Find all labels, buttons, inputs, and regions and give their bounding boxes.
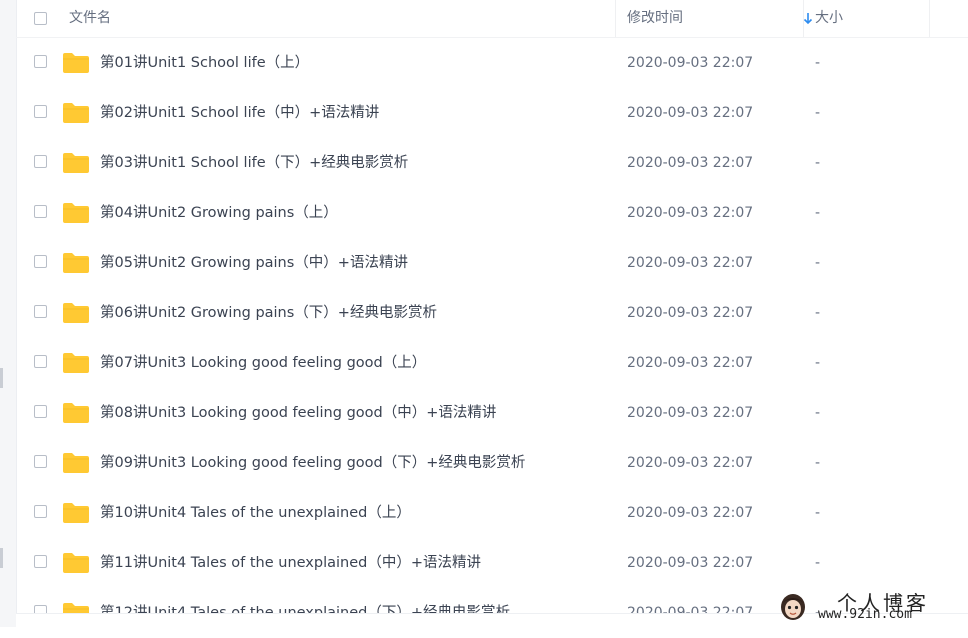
row-checkbox[interactable] xyxy=(34,105,47,118)
file-name-link[interactable]: 第02讲Unit1 School life（中）+语法精讲 xyxy=(100,88,379,138)
folder-icon xyxy=(63,53,89,73)
table-row[interactable]: 第09讲Unit3 Looking good feeling good（下）+经… xyxy=(16,438,968,488)
file-name-link[interactable]: 第03讲Unit1 School life（下）+经典电影赏析 xyxy=(100,138,408,188)
file-name-link[interactable]: 第11讲Unit4 Tales of the unexplained（中）+语法… xyxy=(100,538,481,588)
row-checkbox[interactable] xyxy=(34,255,47,268)
modified-date: 2020-09-03 22:07 xyxy=(627,205,754,221)
file-size: - xyxy=(815,255,821,271)
file-size: - xyxy=(815,305,821,321)
column-header-size[interactable]: 大小 xyxy=(815,0,843,37)
file-size: - xyxy=(815,55,821,71)
file-name-link[interactable]: 第10讲Unit4 Tales of the unexplained（上） xyxy=(100,488,411,538)
folder-icon xyxy=(63,353,89,373)
file-size: - xyxy=(815,505,821,521)
file-size: - xyxy=(815,155,821,171)
row-checkbox[interactable] xyxy=(34,455,47,468)
folder-icon xyxy=(63,203,89,223)
modified-date: 2020-09-03 22:07 xyxy=(627,455,754,471)
modified-date: 2020-09-03 22:07 xyxy=(627,105,754,121)
table-row[interactable]: 第10讲Unit4 Tales of the unexplained（上） 202… xyxy=(16,488,968,538)
folder-icon xyxy=(63,403,89,423)
file-name-link[interactable]: 第09讲Unit3 Looking good feeling good（下）+经… xyxy=(100,438,525,488)
folder-icon xyxy=(63,303,89,323)
blog-watermark: 个人博客 www.92in.com xyxy=(774,588,968,627)
file-name-link[interactable]: 第05讲Unit2 Growing pains（中）+语法精讲 xyxy=(100,238,408,288)
row-checkbox[interactable] xyxy=(34,355,47,368)
column-divider xyxy=(929,0,930,37)
modified-date: 2020-09-03 22:07 xyxy=(627,355,754,371)
folder-icon xyxy=(63,103,89,123)
modified-date: 2020-09-03 22:07 xyxy=(627,55,754,71)
column-divider xyxy=(615,0,616,37)
file-name-link[interactable]: 第06讲Unit2 Growing pains（下）+经典电影赏析 xyxy=(100,288,437,338)
file-size: - xyxy=(815,105,821,121)
table-row[interactable]: 第06讲Unit2 Growing pains（下）+经典电影赏析 2020-09… xyxy=(16,288,968,338)
table-row[interactable]: 第05讲Unit2 Growing pains（中）+语法精讲 2020-09-0… xyxy=(16,238,968,288)
modified-date: 2020-09-03 22:07 xyxy=(627,405,754,421)
file-list-header: 文件名 修改时间 大小 xyxy=(16,0,968,38)
folder-icon xyxy=(63,553,89,573)
row-checkbox[interactable] xyxy=(34,405,47,418)
modified-date: 2020-09-03 22:07 xyxy=(627,505,754,521)
column-header-modified[interactable]: 修改时间 xyxy=(627,0,683,37)
folder-icon xyxy=(63,153,89,173)
select-all-checkbox[interactable] xyxy=(34,12,47,25)
table-row[interactable]: 第03讲Unit1 School life（下）+经典电影赏析 2020-09-0… xyxy=(16,138,968,188)
file-name-link[interactable]: 第07讲Unit3 Looking good feeling good（上） xyxy=(100,338,426,388)
file-size: - xyxy=(815,405,821,421)
row-checkbox[interactable] xyxy=(34,55,47,68)
row-checkbox[interactable] xyxy=(34,155,47,168)
modified-date: 2020-09-03 22:07 xyxy=(627,255,754,271)
table-row[interactable]: 第07讲Unit3 Looking good feeling good（上） 20… xyxy=(16,338,968,388)
file-size: - xyxy=(815,555,821,571)
file-name-link[interactable]: 第08讲Unit3 Looking good feeling good（中）+语… xyxy=(100,388,496,438)
scroll-marker xyxy=(0,548,3,568)
left-panel-strip xyxy=(0,0,17,627)
scroll-marker xyxy=(0,368,3,388)
file-size: - xyxy=(815,205,821,221)
modified-date: 2020-09-03 22:07 xyxy=(627,555,754,571)
table-row[interactable]: 第08讲Unit3 Looking good feeling good（中）+语… xyxy=(16,388,968,438)
folder-icon xyxy=(63,453,89,473)
watermark-url: www.92in.com xyxy=(818,607,912,622)
table-row[interactable]: 第11讲Unit4 Tales of the unexplained（中）+语法… xyxy=(16,538,968,588)
file-name-link[interactable]: 第04讲Unit2 Growing pains（上） xyxy=(100,188,338,238)
column-header-name[interactable]: 文件名 xyxy=(69,0,111,37)
row-checkbox[interactable] xyxy=(34,555,47,568)
column-divider xyxy=(803,0,804,37)
modified-date: 2020-09-03 22:07 xyxy=(627,155,754,171)
file-size: - xyxy=(815,455,821,471)
row-checkbox[interactable] xyxy=(34,305,47,318)
modified-date: 2020-09-03 22:07 xyxy=(627,305,754,321)
table-row[interactable]: 第02讲Unit1 School life（中）+语法精讲 2020-09-03 … xyxy=(16,88,968,138)
row-checkbox[interactable] xyxy=(34,205,47,218)
table-row[interactable]: 第04讲Unit2 Growing pains（上） 2020-09-03 22:… xyxy=(16,188,968,238)
avatar-logo-icon xyxy=(781,594,805,620)
file-size: - xyxy=(815,355,821,371)
folder-icon xyxy=(63,253,89,273)
arrow-down-icon[interactable] xyxy=(803,10,813,26)
folder-icon xyxy=(63,503,89,523)
row-checkbox[interactable] xyxy=(34,505,47,518)
table-row[interactable]: 第01讲Unit1 School life（上） 2020-09-03 22:07… xyxy=(16,38,968,88)
file-name-link[interactable]: 第01讲Unit1 School life（上） xyxy=(100,38,309,88)
